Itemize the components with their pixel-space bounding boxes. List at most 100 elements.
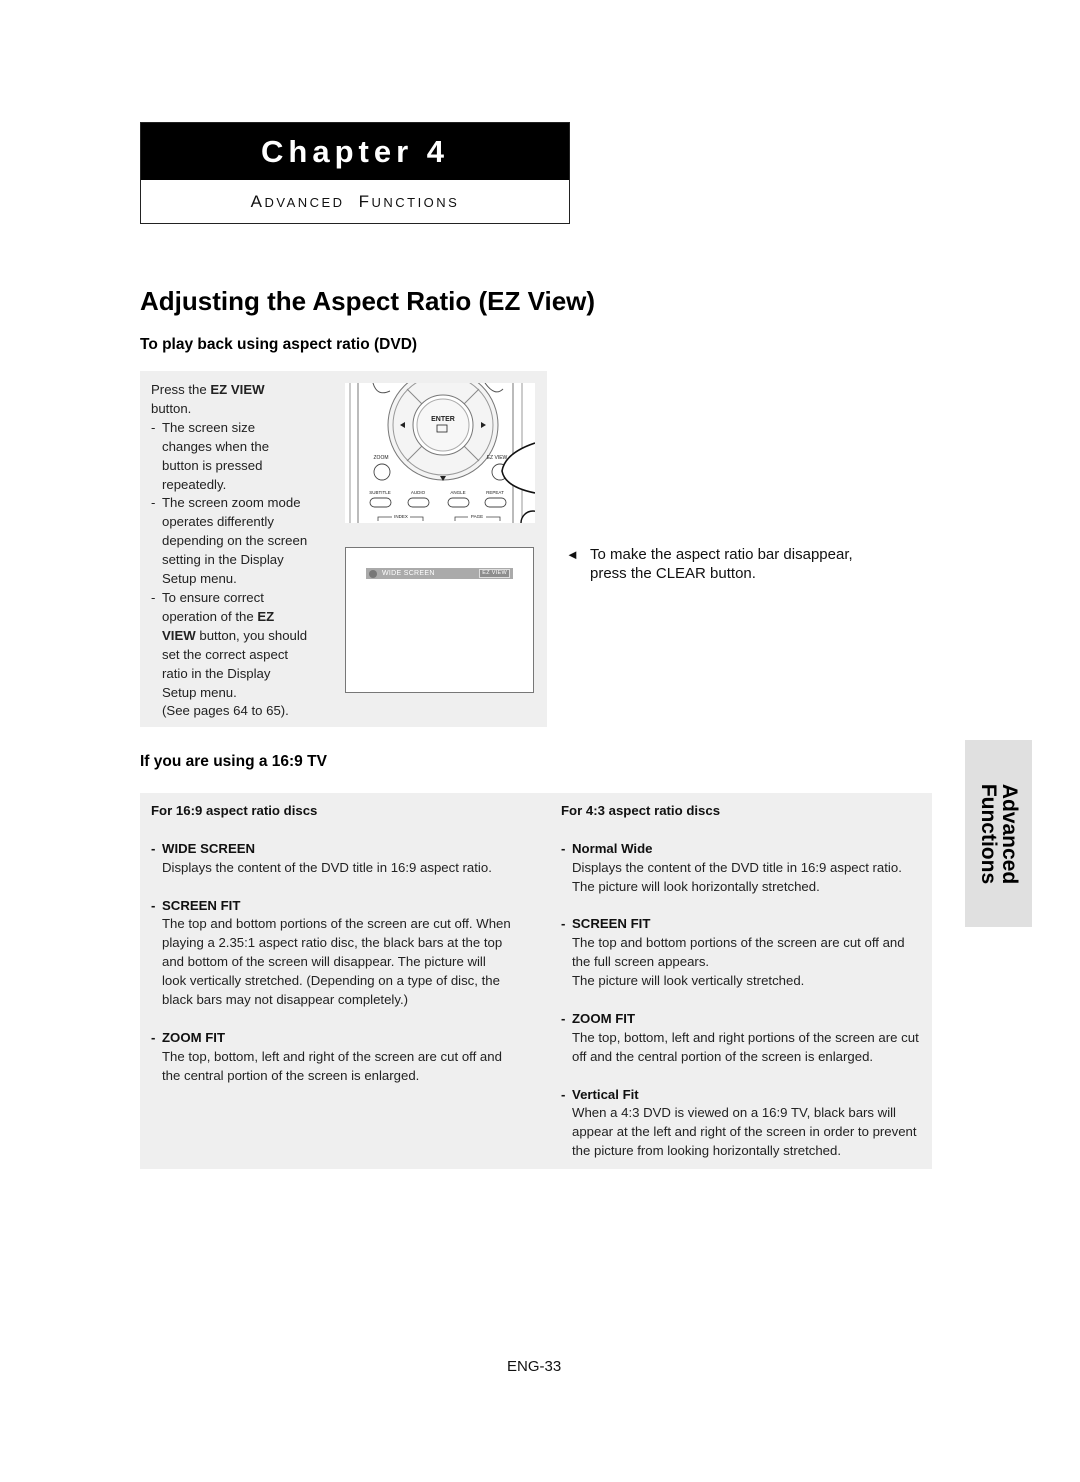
option-title: SCREEN FIT <box>162 897 241 913</box>
press-instruction: Press the EZ VIEW <box>151 381 326 400</box>
option-zoom-fit: - ZOOM FIT <box>561 1010 919 1029</box>
chapter-subtitle: ADVANCED FUNCTIONS <box>141 180 569 223</box>
text-line: VIEW button, you should <box>151 627 326 646</box>
section-heading-169: If you are using a 16:9 TV <box>140 753 327 770</box>
bold-text: VIEW <box>162 627 196 643</box>
column-heading: For 4:3 aspect ratio discs <box>561 803 721 818</box>
text: black bars may not disappear completely.… <box>162 992 409 1008</box>
text: The screen zoom mode <box>162 495 301 511</box>
note-line-1: ◄ To make the aspect ratio bar disappear, <box>566 545 853 564</box>
text: the picture from looking horizontally st… <box>572 1143 842 1159</box>
page-number: ENG-33 <box>507 1358 562 1375</box>
left-arrow-icon: ◄ <box>566 547 579 562</box>
text: set the correct aspect <box>162 646 289 662</box>
page-title: Adjusting the Aspect Ratio (EZ View) <box>140 286 596 316</box>
bullet-1: - The screen size <box>151 419 326 438</box>
svg-text:SUBTITLE: SUBTITLE <box>369 490 391 495</box>
text: changes when the <box>162 438 270 454</box>
dpad-icon <box>369 569 377 578</box>
text: The screen size <box>162 419 256 435</box>
text: Setup menu. <box>162 684 237 700</box>
text: To make the aspect ratio bar disappear, <box>590 546 853 563</box>
aspect-ratio-bar: WIDE SCREEN EZ VIEW <box>366 568 513 579</box>
dash: - <box>151 589 156 605</box>
option-screen-fit: - SCREEN FIT <box>151 897 511 916</box>
svg-text:REPEAT: REPEAT <box>486 490 504 495</box>
text: repeatedly. <box>162 476 227 492</box>
text: operates differently <box>162 514 274 530</box>
text: The picture will look horizontally stret… <box>572 878 820 894</box>
text: The picture will look vertically stretch… <box>572 973 805 989</box>
text: operation of the <box>162 608 258 624</box>
option-title: ZOOM FIT <box>162 1029 225 1045</box>
text: To ensure correct <box>162 589 264 605</box>
column-heading: For 16:9 aspect ratio discs <box>151 803 318 818</box>
bullet-2: - The screen zoom mode <box>151 494 326 513</box>
column-43-discs: For 4:3 aspect ratio discs - Normal Wide … <box>561 802 919 1161</box>
ez-view-badge: EZ VIEW <box>479 569 510 578</box>
chapter-subtitle-word-1: ADVANCED <box>251 192 345 212</box>
ez-view-label: EZ VIEW <box>210 382 265 397</box>
side-tab-line-2: Functions <box>976 783 1000 884</box>
option-normal-wide: - Normal Wide <box>561 840 919 859</box>
text: Setup menu. <box>162 571 237 587</box>
small-caps: UNCTIONS <box>371 194 460 210</box>
chapter-header: Chapter 4 ADVANCED FUNCTIONS <box>140 122 570 224</box>
text: Press the <box>151 382 211 397</box>
text: setting in the Display <box>162 552 284 568</box>
text: appear at the left and right of the scre… <box>572 1124 917 1140</box>
text: The top, bottom, left and right portions… <box>572 1029 919 1045</box>
cap-letter: F <box>358 191 372 211</box>
cap-letter: A <box>250 191 265 211</box>
option-title: Normal Wide <box>572 840 653 856</box>
text: The top, bottom, left and right of the s… <box>162 1048 502 1064</box>
option-vertical-fit: - Vertical Fit <box>561 1086 919 1105</box>
bold-text: EZ <box>257 608 275 624</box>
dash: - <box>151 897 156 913</box>
tv-screen-illustration: WIDE SCREEN EZ VIEW <box>345 547 534 693</box>
dash: - <box>151 495 156 511</box>
chapter-title: Chapter 4 <box>141 123 569 180</box>
text: The top and bottom portions of the scree… <box>162 916 511 932</box>
text: When a 4:3 DVD is viewed on a 16:9 TV, b… <box>572 1105 896 1121</box>
text: depending on the screen <box>162 533 308 549</box>
dash: - <box>151 1029 156 1045</box>
svg-text:PAGE: PAGE <box>471 514 483 519</box>
bar-left: WIDE SCREEN <box>366 569 435 578</box>
remote-control-drawing: ENTER ZOOM EZ VIEW SUBTITLE AUDIO ANGLE … <box>345 383 535 523</box>
text: button is pressed <box>162 457 263 473</box>
dash: - <box>151 419 156 435</box>
text: look vertically stretched. (Depending on… <box>162 973 500 989</box>
text: playing a 2.35:1 aspect ratio disc, the … <box>162 935 503 951</box>
enter-label: ENTER <box>431 416 455 423</box>
option-title: Vertical Fit <box>572 1086 639 1102</box>
svg-text:ZOOM: ZOOM <box>374 455 389 461</box>
option-title: WIDE SCREEN <box>162 840 256 856</box>
dash: - <box>561 1086 566 1102</box>
text: off and the central portion of the scree… <box>572 1048 874 1064</box>
text: button, you should <box>195 627 308 643</box>
bullet-3: - To ensure correct <box>151 589 326 608</box>
option-wide-screen: - WIDE SCREEN <box>151 840 511 859</box>
side-tab-label: Functions Advanced <box>976 783 1021 884</box>
text: Displays the content of the DVD title in… <box>162 859 492 875</box>
note-line-2: press the CLEAR button. <box>590 565 756 582</box>
column-169-discs: For 16:9 aspect ratio discs - WIDE SCREEN… <box>151 802 511 1086</box>
dash: - <box>561 916 566 932</box>
option-title: ZOOM FIT <box>572 1010 635 1026</box>
option-screen-fit: - SCREEN FIT <box>561 915 919 934</box>
text: the full screen appears. <box>572 954 710 970</box>
svg-text:EZ VIEW: EZ VIEW <box>487 455 508 461</box>
section-heading-dvd: To play back using aspect ratio (DVD) <box>140 336 418 353</box>
chapter-subtitle-word-2: FUNCTIONS <box>359 192 460 212</box>
text: Displays the content of the DVD title in… <box>572 859 902 875</box>
remote-control-illustration: ENTER ZOOM EZ VIEW SUBTITLE AUDIO ANGLE … <box>345 383 535 523</box>
text: (See pages 64 to 65). <box>162 703 289 719</box>
svg-text:AUDIO: AUDIO <box>411 490 426 495</box>
svg-text:INDEX: INDEX <box>394 514 408 519</box>
text-line: operation of the EZ <box>151 608 326 627</box>
section-side-tab: Functions Advanced <box>965 740 1032 927</box>
dash: - <box>561 1010 566 1026</box>
text: and bottom of the screen will disappear.… <box>162 954 486 970</box>
text: button. <box>151 400 192 416</box>
